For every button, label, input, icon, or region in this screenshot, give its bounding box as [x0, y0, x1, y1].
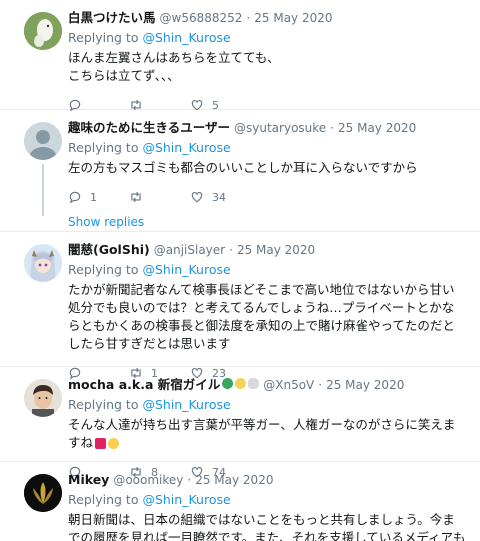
handle[interactable]: @w56888252: [160, 10, 243, 26]
avatar[interactable]: [24, 12, 62, 50]
separator: ·: [330, 121, 334, 135]
handle[interactable]: @ooomikey: [113, 472, 183, 488]
handle[interactable]: @anjiSlayer: [154, 242, 225, 258]
display-name[interactable]: mocha a.k.a 新宿ガイル: [68, 377, 220, 393]
replying-to: Replying to @Shin_Kurose: [68, 261, 466, 278]
like-count: 34: [212, 190, 226, 204]
display-name[interactable]: 白黒つけたい馬: [68, 10, 156, 26]
tweet-text-container: そんな人達が持ち出す言葉が平等ガー、人権ガーなのがさらに笑えますね: [68, 416, 466, 452]
reply-button[interactable]: 1: [68, 190, 129, 204]
avatar[interactable]: [24, 122, 62, 160]
yellow-badge-icon: [235, 378, 247, 389]
winking-face-icon: [108, 438, 120, 449]
timestamp[interactable]: 25 May 2020: [237, 242, 315, 258]
separator: ·: [187, 473, 192, 487]
anime-character-avatar-icon: [24, 244, 62, 282]
retweet-button[interactable]: [129, 190, 190, 204]
rabbit-icon: [248, 378, 260, 389]
reply-icon: [69, 191, 81, 204]
separator: ·: [246, 11, 251, 25]
white-horse-avatar-icon: [24, 12, 62, 50]
display-name[interactable]: Mikey: [68, 472, 109, 488]
tweet-text: ほんま左翼さんはあちらを立てても、 こちらは立てず、、、: [68, 50, 280, 83]
tweet[interactable]: Mikey @ooomikey · 25 May 2020 Replying t…: [0, 462, 480, 541]
replying-to-prefix: Replying to: [68, 492, 143, 507]
separator: ·: [229, 243, 233, 257]
tweet[interactable]: 闇慈(GolShi) @anjiSlayer · 25 May 2020 Rep…: [0, 232, 480, 380]
replying-to: Replying to @Shin_Kurose: [68, 29, 466, 46]
reply-count: 1: [90, 190, 97, 204]
replying-to-prefix: Replying to: [68, 397, 143, 412]
thread-line: [42, 164, 44, 216]
replying-to: Replying to @Shin_Kurose: [68, 396, 466, 413]
handle[interactable]: @syutaryosuke: [234, 120, 326, 136]
mention-link[interactable]: @Shin_Kurose: [142, 30, 230, 45]
action-bar: 1 34: [68, 183, 466, 211]
avatar[interactable]: [24, 244, 62, 282]
replying-to-prefix: Replying to: [68, 30, 143, 45]
handle[interactable]: @Xn5oV: [263, 377, 314, 393]
avatar[interactable]: [24, 379, 62, 417]
display-name[interactable]: 闇慈(GolShi): [68, 242, 150, 258]
separator: ·: [318, 378, 323, 392]
tweet-text: そんな人達が持ち出す言葉が平等ガー、人権ガーなのがさらに笑えますね: [68, 417, 456, 450]
replying-to: Replying to @Shin_Kurose: [68, 139, 466, 156]
green-badge-icon: [222, 378, 234, 389]
timestamp[interactable]: 25 May 2020: [254, 10, 332, 26]
default-avatar-icon: [24, 122, 62, 160]
tweet-text: 朝日新聞は、日本の組織ではないことをもっと共有しましょう。今までの履歴を見れば一…: [68, 512, 466, 541]
like-button[interactable]: 34: [190, 190, 251, 204]
timestamp[interactable]: 25 May 2020: [338, 120, 416, 136]
retweet-icon: [131, 191, 141, 203]
mention-link[interactable]: @Shin_Kurose: [142, 397, 230, 412]
tweet[interactable]: 白黒つけたい馬 @w56888252 · 25 May 2020 Replyin…: [0, 0, 480, 112]
avatar[interactable]: [24, 474, 62, 512]
tweet[interactable]: 趣味のために生きるユーザー @syutaryosuke · 25 May 202…: [0, 110, 480, 232]
timestamp[interactable]: 25 May 2020: [326, 377, 404, 393]
interrobang-icon: [95, 438, 107, 449]
tweet-text: 左の方もマスゴミも都合のいいことしか耳に入らないですから: [68, 160, 418, 175]
mention-link[interactable]: @Shin_Kurose: [142, 140, 230, 155]
timestamp[interactable]: 25 May 2020: [195, 472, 273, 488]
person-avatar-icon: [24, 379, 62, 417]
tweet[interactable]: mocha a.k.a 新宿ガイル @Xn5oV · 25 May 2020 R…: [0, 367, 480, 479]
dark-logo-avatar-icon: [24, 474, 62, 512]
mention-link[interactable]: @Shin_Kurose: [142, 262, 230, 277]
replying-to: Replying to @Shin_Kurose: [68, 491, 466, 508]
replying-to-prefix: Replying to: [68, 140, 143, 155]
tweet-text: たかが新聞記者なんて検事長ほどそこまで高い地位ではないから甘い処分でも良いのでは…: [68, 282, 455, 351]
replying-to-prefix: Replying to: [68, 262, 143, 277]
mention-link[interactable]: @Shin_Kurose: [142, 492, 230, 507]
display-name[interactable]: 趣味のために生きるユーザー: [68, 120, 230, 136]
heart-icon: [191, 192, 203, 203]
